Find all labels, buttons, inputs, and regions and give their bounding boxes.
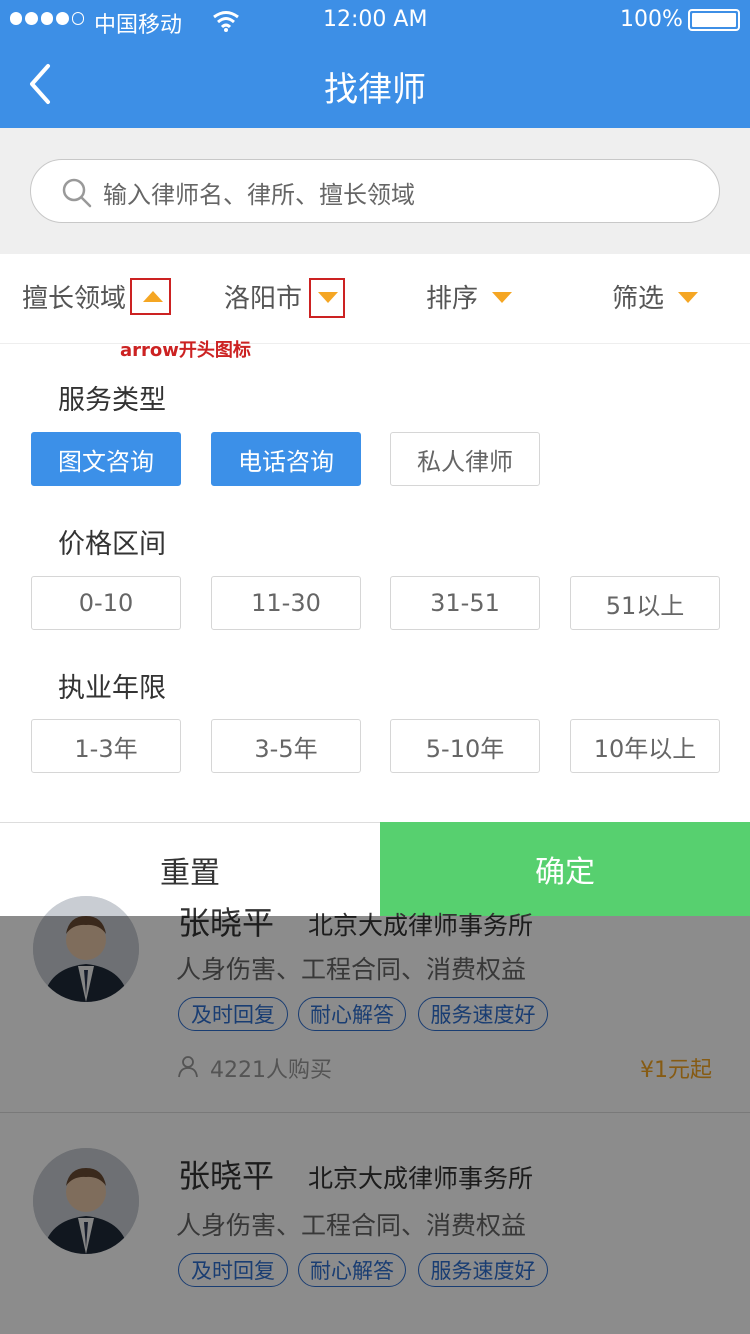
practice-years-title: 执业年限 bbox=[58, 673, 166, 704]
signal-strength-icon bbox=[10, 12, 84, 28]
search-area: 输入律师名、律所、擅长领域 bbox=[0, 128, 750, 254]
option-years-5-10[interactable]: 5-10年 bbox=[390, 719, 540, 773]
search-icon bbox=[62, 178, 92, 208]
battery-icon bbox=[688, 9, 740, 31]
price-range-title: 价格区间 bbox=[58, 529, 166, 560]
status-bar: 中国移动 12:00 AM 100% bbox=[0, 0, 750, 40]
option-years-10-plus[interactable]: 10年以上 bbox=[570, 719, 720, 773]
filter-screen[interactable]: 筛选 bbox=[612, 278, 712, 318]
option-service-phone[interactable]: 电话咨询 bbox=[211, 432, 361, 486]
dim-overlay[interactable] bbox=[0, 916, 750, 1334]
filter-screen-label: 筛选 bbox=[612, 284, 665, 314]
wifi-icon bbox=[213, 11, 239, 32]
battery-percent: 100% bbox=[620, 7, 683, 32]
filter-bar: 擅长领域 洛阳市 排序 筛选 bbox=[0, 254, 750, 344]
option-years-1-3[interactable]: 1-3年 bbox=[31, 719, 181, 773]
option-years-3-5[interactable]: 3-5年 bbox=[211, 719, 361, 773]
filter-specialty-label: 擅长领域 bbox=[22, 284, 127, 314]
page-title: 找律师 bbox=[324, 70, 426, 110]
carrier-label: 中国移动 bbox=[94, 13, 183, 38]
search-input[interactable]: 输入律师名、律所、擅长领域 bbox=[30, 159, 720, 223]
option-price-11-30[interactable]: 11-30 bbox=[211, 576, 361, 630]
filter-panel: 服务类型 图文咨询 电话咨询 私人律师 价格区间 0-10 11-30 31-5… bbox=[0, 344, 750, 822]
service-type-title: 服务类型 bbox=[58, 385, 166, 416]
arrow-down-icon bbox=[678, 292, 698, 303]
panel-actions: 重置 确定 bbox=[0, 822, 750, 916]
filter-city-label: 洛阳市 bbox=[224, 284, 303, 314]
option-price-51-plus[interactable]: 51以上 bbox=[570, 576, 720, 630]
annotation-note: arrow开头图标 bbox=[120, 340, 251, 361]
option-price-0-10[interactable]: 0-10 bbox=[31, 576, 181, 630]
option-service-text[interactable]: 图文咨询 bbox=[31, 432, 181, 486]
option-price-31-51[interactable]: 31-51 bbox=[390, 576, 540, 630]
search-placeholder: 输入律师名、律所、擅长领域 bbox=[103, 181, 415, 209]
annotation-box-city bbox=[309, 278, 345, 318]
filter-sort[interactable]: 排序 bbox=[426, 278, 526, 318]
clock: 12:00 AM bbox=[323, 7, 428, 32]
option-service-private[interactable]: 私人律师 bbox=[390, 432, 540, 486]
arrow-down-icon bbox=[492, 292, 512, 303]
confirm-button[interactable]: 确定 bbox=[380, 822, 750, 916]
annotation-box-specialty bbox=[130, 278, 171, 315]
nav-bar: 找律师 bbox=[0, 40, 750, 128]
filter-sort-label: 排序 bbox=[426, 284, 479, 314]
